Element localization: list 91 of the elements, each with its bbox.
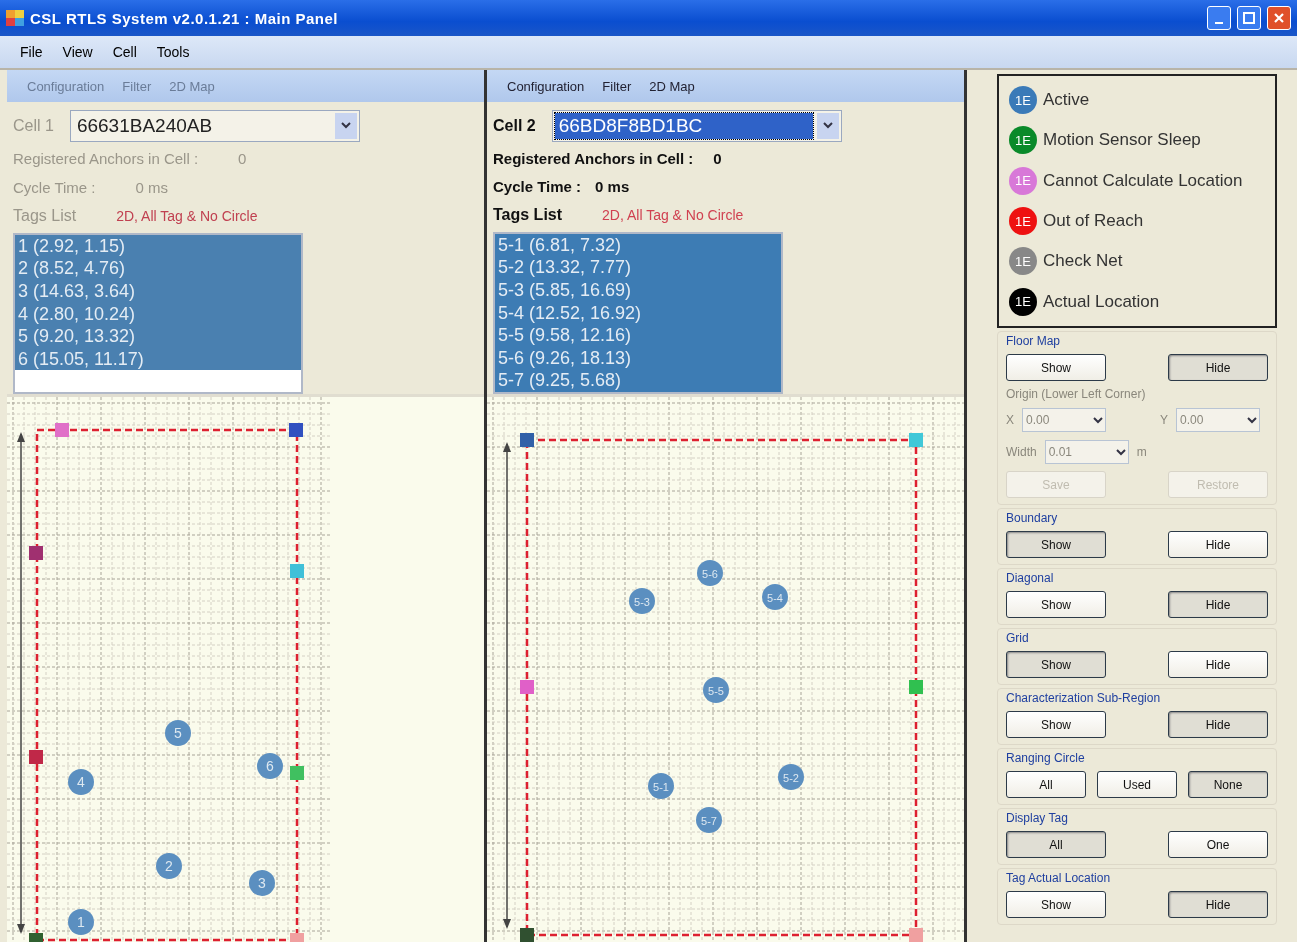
panel-tab[interactable]: 2D Map bbox=[643, 76, 701, 96]
cell-label: Cell 1 bbox=[13, 116, 54, 135]
cell-label: Cell 2 bbox=[493, 116, 536, 135]
anchors-value: 0 bbox=[238, 150, 247, 168]
group-title: Grid bbox=[1006, 631, 1029, 645]
toggle-button[interactable]: Show bbox=[1006, 891, 1106, 918]
group-title: Diagonal bbox=[1006, 571, 1054, 585]
toggle-button[interactable]: None bbox=[1188, 771, 1268, 798]
status-badge: 1E bbox=[1009, 86, 1037, 115]
group-title: Floor Map bbox=[1006, 334, 1061, 348]
toggle-button[interactable]: Show bbox=[1006, 651, 1106, 678]
tag-list-item[interactable]: 5-2 (13.32, 7.77) bbox=[495, 256, 781, 279]
toggle-button[interactable]: One bbox=[1168, 831, 1268, 858]
legend-label: Actual Location bbox=[1043, 291, 1160, 312]
legend-label: Check Net bbox=[1043, 251, 1123, 272]
toggle-button[interactable]: All bbox=[1006, 831, 1106, 858]
minimize-button[interactable] bbox=[1207, 6, 1231, 30]
legend-label: Active bbox=[1043, 90, 1090, 111]
tag-marker[interactable]: 5-4 bbox=[762, 584, 788, 610]
cell-dropdown[interactable]: 66BD8F8BD1BC bbox=[551, 109, 842, 142]
tag-marker[interactable]: 5-5 bbox=[703, 677, 729, 703]
window-title: CSL RTLS System v2.0.1.21 : Main Panel bbox=[30, 9, 339, 27]
tag-list-item[interactable]: 5-4 (12.52, 16.92) bbox=[495, 301, 781, 325]
tag-marker[interactable]: 5-6 bbox=[697, 560, 723, 586]
tags-label: Tags List bbox=[493, 205, 563, 224]
origin-label: Origin (Lower Left Corner) bbox=[1006, 387, 1147, 401]
toggle-button[interactable]: All bbox=[1006, 771, 1086, 798]
tag-marker[interactable]: 5-3 bbox=[629, 588, 655, 614]
legend-label: Out of Reach bbox=[1043, 211, 1144, 232]
menu-item[interactable]: Cell bbox=[104, 42, 145, 62]
group-title: Display Tag bbox=[1006, 811, 1068, 825]
toggle-button[interactable]: Show bbox=[1006, 591, 1106, 618]
legend-label: Motion Sensor Sleep bbox=[1043, 130, 1201, 151]
width-label: Width bbox=[1006, 445, 1037, 459]
close-icon bbox=[1273, 12, 1285, 24]
group-title: Characterization Sub-Region bbox=[1006, 691, 1161, 705]
menu-item[interactable]: View bbox=[54, 42, 101, 62]
mode-label: 2D, All Tag & No Circle bbox=[116, 207, 258, 224]
tag-marker[interactable]: 5-7 bbox=[696, 807, 722, 833]
tag-marker[interactable]: 5-1 bbox=[648, 773, 674, 799]
panel-tab[interactable]: Filter bbox=[596, 76, 638, 96]
maximize-icon bbox=[1243, 12, 1255, 24]
caret-icon bbox=[1247, 416, 1258, 424]
group-title: Tag Actual Location bbox=[1006, 871, 1111, 885]
anchors-label: Registered Anchors in Cell : bbox=[13, 150, 199, 168]
panel-tab[interactable]: Configuration bbox=[501, 76, 591, 96]
minimize-icon bbox=[1215, 22, 1223, 24]
app-icon bbox=[6, 10, 24, 26]
status-badge: 1E bbox=[1009, 247, 1037, 276]
toggle-button[interactable]: Show bbox=[1006, 354, 1106, 381]
status-badge: 1E bbox=[1009, 207, 1037, 236]
cycle-value: 0 ms bbox=[595, 177, 630, 195]
cycle-label: Cycle Time : bbox=[13, 178, 96, 196]
tag-list-item[interactable]: 5-3 (5.85, 16.69) bbox=[495, 279, 781, 302]
tag-marker[interactable]: 5-2 bbox=[778, 764, 804, 790]
maximize-button[interactable] bbox=[1237, 6, 1261, 30]
toggle-button[interactable]: Hide bbox=[1168, 531, 1268, 558]
unit-label: m bbox=[1136, 445, 1147, 459]
y-label: Y bbox=[1160, 413, 1169, 427]
toggle-button[interactable]: Hide bbox=[1168, 651, 1268, 678]
status-badge: 1E bbox=[1009, 126, 1037, 155]
toggle-button[interactable]: Show bbox=[1006, 531, 1106, 558]
legend-label: Cannot Calculate Location bbox=[1043, 170, 1243, 191]
toggle-button[interactable]: Hide bbox=[1168, 591, 1268, 618]
close-button[interactable] bbox=[1267, 6, 1291, 30]
x-label: X bbox=[1006, 413, 1014, 427]
toggle-button[interactable]: Used bbox=[1097, 771, 1177, 798]
mode-label: 2D, All Tag & No Circle bbox=[602, 206, 744, 223]
tag-list-item[interactable]: 5-1 (6.81, 7.32) bbox=[495, 233, 781, 257]
tag-list-item[interactable]: 5-5 (9.58, 12.16) bbox=[495, 324, 781, 347]
group-title: Ranging Circle bbox=[1006, 751, 1085, 765]
caret-icon bbox=[822, 122, 833, 129]
caret-icon bbox=[340, 122, 351, 130]
cycle-label: Cycle Time : bbox=[493, 177, 582, 195]
anchors-value: 0 bbox=[713, 149, 722, 167]
tag-list-item[interactable]: 5-7 (9.25, 5.68) bbox=[495, 369, 781, 392]
toggle-button[interactable]: Hide bbox=[1168, 891, 1268, 918]
caret-icon bbox=[1115, 448, 1126, 456]
toggle-button[interactable]: Hide bbox=[1168, 711, 1268, 738]
caret-icon bbox=[1093, 416, 1103, 424]
tag-list-item[interactable]: 5-6 (9.26, 18.13) bbox=[495, 346, 781, 370]
status-badge: 1E bbox=[1009, 287, 1037, 316]
toggle-button[interactable]: Hide bbox=[1168, 354, 1268, 381]
anchors-label: Registered Anchors in Cell : bbox=[493, 149, 694, 167]
toggle-button[interactable]: Show bbox=[1006, 711, 1106, 738]
status-badge: 1E bbox=[1009, 166, 1037, 195]
menu-item[interactable]: File bbox=[12, 42, 51, 62]
group-title: Boundary bbox=[1006, 511, 1058, 525]
menu-item[interactable]: Tools bbox=[148, 42, 198, 62]
tags-label: Tags List bbox=[13, 206, 77, 225]
cycle-value: 0 ms bbox=[135, 178, 169, 196]
